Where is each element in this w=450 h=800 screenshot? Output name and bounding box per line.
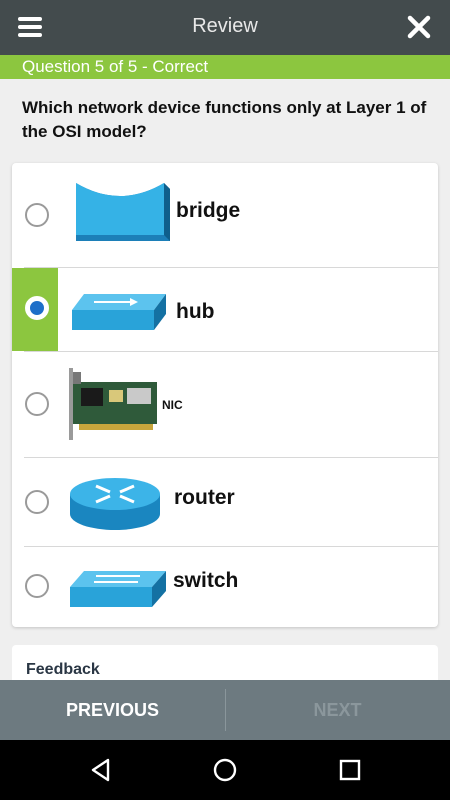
answer-label: NIC bbox=[162, 398, 183, 412]
system-navigation-bar bbox=[0, 740, 450, 800]
router-device-icon bbox=[70, 478, 160, 530]
feedback-section: Feedback bbox=[12, 645, 438, 685]
next-button[interactable]: NEXT bbox=[225, 680, 450, 740]
radio-button[interactable] bbox=[25, 203, 49, 227]
answer-option-switch[interactable]: switch bbox=[12, 547, 438, 627]
nic-card-icon bbox=[69, 368, 157, 440]
answer-option-bridge[interactable]: bridge bbox=[12, 163, 438, 267]
question-text: Which network device functions only at L… bbox=[22, 98, 427, 141]
app-header: Review bbox=[0, 0, 450, 55]
radio-button[interactable] bbox=[25, 574, 49, 598]
answer-label: switch bbox=[173, 569, 239, 592]
hub-device-icon bbox=[72, 294, 166, 330]
question-status-banner: Question 5 of 5 - Correct bbox=[0, 55, 450, 79]
radio-button[interactable] bbox=[25, 392, 49, 416]
radio-button[interactable] bbox=[25, 490, 49, 514]
feedback-title: Feedback bbox=[26, 661, 100, 678]
previous-button[interactable]: PREVIOUS bbox=[0, 680, 225, 740]
answer-label: bridge bbox=[176, 199, 241, 222]
bridge-device-icon bbox=[76, 183, 170, 241]
home-icon[interactable] bbox=[212, 757, 238, 783]
radio-button-selected[interactable] bbox=[25, 296, 49, 320]
close-icon[interactable] bbox=[406, 14, 432, 40]
question-navigation-bar: PREVIOUS NEXT bbox=[0, 680, 450, 740]
answer-label: router bbox=[174, 486, 235, 509]
back-icon[interactable] bbox=[88, 757, 114, 783]
recents-icon[interactable] bbox=[337, 757, 363, 783]
answer-option-nic[interactable]: NIC bbox=[12, 352, 438, 457]
answer-label: hub bbox=[176, 300, 215, 323]
switch-device-icon bbox=[70, 571, 166, 607]
answer-option-router[interactable]: router bbox=[12, 458, 438, 546]
answer-option-hub[interactable]: hub bbox=[12, 268, 438, 351]
answer-options-card: bridge hub NIC router switch bbox=[12, 163, 438, 627]
page-title: Review bbox=[192, 15, 258, 37]
